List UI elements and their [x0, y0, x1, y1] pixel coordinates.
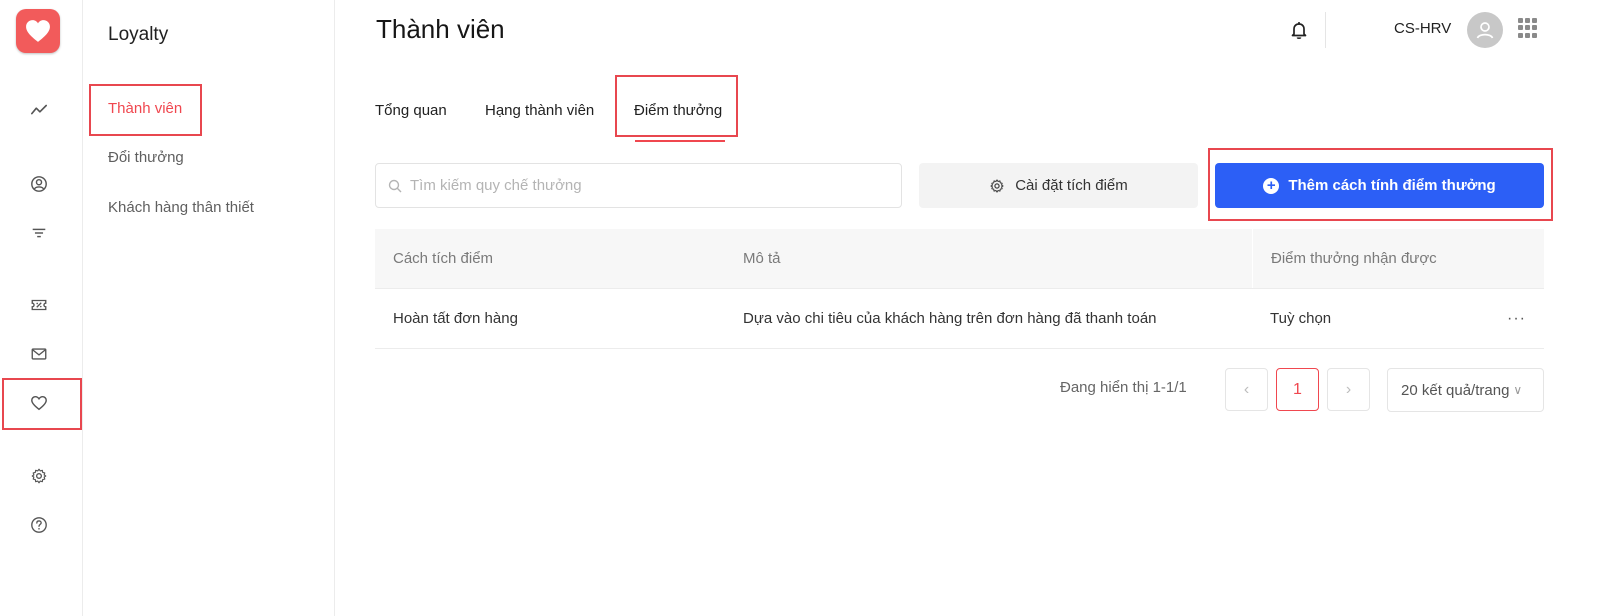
cell-points: Tuỳ chọn ···	[1252, 289, 1544, 348]
user-circle-icon	[31, 176, 47, 192]
table-row[interactable]: Hoàn tất đơn hàng Dựa vào chi tiêu của k…	[375, 289, 1544, 349]
rail-messages[interactable]	[20, 335, 58, 373]
filter-icon	[32, 228, 46, 238]
apps-grid-icon[interactable]	[1518, 18, 1538, 38]
icon-rail	[0, 0, 83, 616]
column-header-method: Cách tích điểm	[393, 250, 494, 267]
heart-icon	[31, 395, 47, 411]
cell-method: Hoàn tất đơn hàng	[393, 310, 518, 327]
sidebar-item-rewards[interactable]: Đổi thưởng	[108, 149, 184, 166]
sidebar-item-loyal-customers[interactable]: Khách hàng thân thiết	[108, 199, 254, 216]
rail-reports[interactable]	[20, 91, 58, 129]
ticket-icon	[31, 299, 47, 311]
app-logo[interactable]	[16, 9, 60, 53]
loyalty-sidebar: Loyalty Thành viên Đổi thưởng Khách hàng…	[83, 0, 335, 616]
sidebar-title: Loyalty	[108, 24, 169, 45]
points-settings-button[interactable]: Cài đặt tích điểm	[919, 163, 1198, 208]
rail-segments[interactable]	[20, 214, 58, 252]
page-size-value: 20 kết quả/trang	[1401, 381, 1510, 399]
rail-settings[interactable]	[20, 457, 58, 495]
chevron-down-icon: ∨	[1513, 383, 1523, 397]
prev-page-button[interactable]: ‹	[1225, 368, 1268, 411]
chart-line-icon	[30, 104, 48, 115]
rail-customers[interactable]	[20, 165, 58, 203]
bell-icon	[1291, 22, 1307, 40]
column-header-points: Điểm thưởng nhận được	[1252, 229, 1544, 288]
tab-overview[interactable]: Tổng quan	[375, 102, 447, 119]
next-page-button[interactable]: ›	[1327, 368, 1370, 411]
cell-description: Dựa vào chi tiêu của khách hàng trên đơn…	[743, 310, 1157, 327]
cell-points-value: Tuỳ chọn	[1270, 310, 1332, 327]
tab-member-tiers[interactable]: Hạng thành viên	[485, 102, 594, 119]
points-settings-label: Cài đặt tích điểm	[1015, 177, 1128, 194]
pagination-info: Đang hiển thị 1-1/1	[1060, 379, 1187, 396]
avatar[interactable]	[1467, 12, 1503, 48]
row-more-icon[interactable]: ···	[1507, 310, 1526, 328]
sidebar-item-members[interactable]: Thành viên	[108, 100, 182, 117]
rail-loyalty[interactable]	[20, 384, 58, 422]
heart-logo-icon	[26, 20, 50, 42]
gear-icon	[31, 468, 47, 484]
rail-help[interactable]	[20, 506, 58, 544]
add-reward-rule-button[interactable]: + Thêm cách tính điểm thưởng	[1215, 163, 1544, 208]
reward-rules-table: Cách tích điểm Mô tả Điểm thưởng nhận đư…	[375, 229, 1544, 349]
plus-circle-icon: +	[1263, 177, 1280, 194]
add-reward-rule-label: Thêm cách tính điểm thưởng	[1288, 177, 1496, 194]
username[interactable]: CS-HRV	[1394, 20, 1451, 37]
gear-icon	[990, 178, 1004, 193]
page-title: Thành viên	[376, 14, 505, 44]
column-header-description: Mô tả	[743, 250, 781, 267]
active-tab-indicator	[635, 140, 725, 142]
user-icon	[1476, 22, 1494, 39]
header-divider	[1325, 12, 1326, 48]
search-icon	[388, 179, 402, 192]
page-size-select[interactable]: 20 kết quả/trang ∨	[1387, 368, 1544, 412]
help-icon	[31, 517, 47, 533]
rail-promotions[interactable]	[20, 286, 58, 324]
tab-reward-points[interactable]: Điểm thưởng	[634, 102, 722, 119]
mail-icon	[31, 348, 47, 360]
notifications-button[interactable]	[1288, 19, 1310, 41]
search-input[interactable]	[410, 177, 901, 194]
page-1-button[interactable]: 1	[1276, 368, 1319, 411]
search-box	[375, 163, 902, 208]
table-header: Cách tích điểm Mô tả Điểm thưởng nhận đư…	[375, 229, 1544, 289]
